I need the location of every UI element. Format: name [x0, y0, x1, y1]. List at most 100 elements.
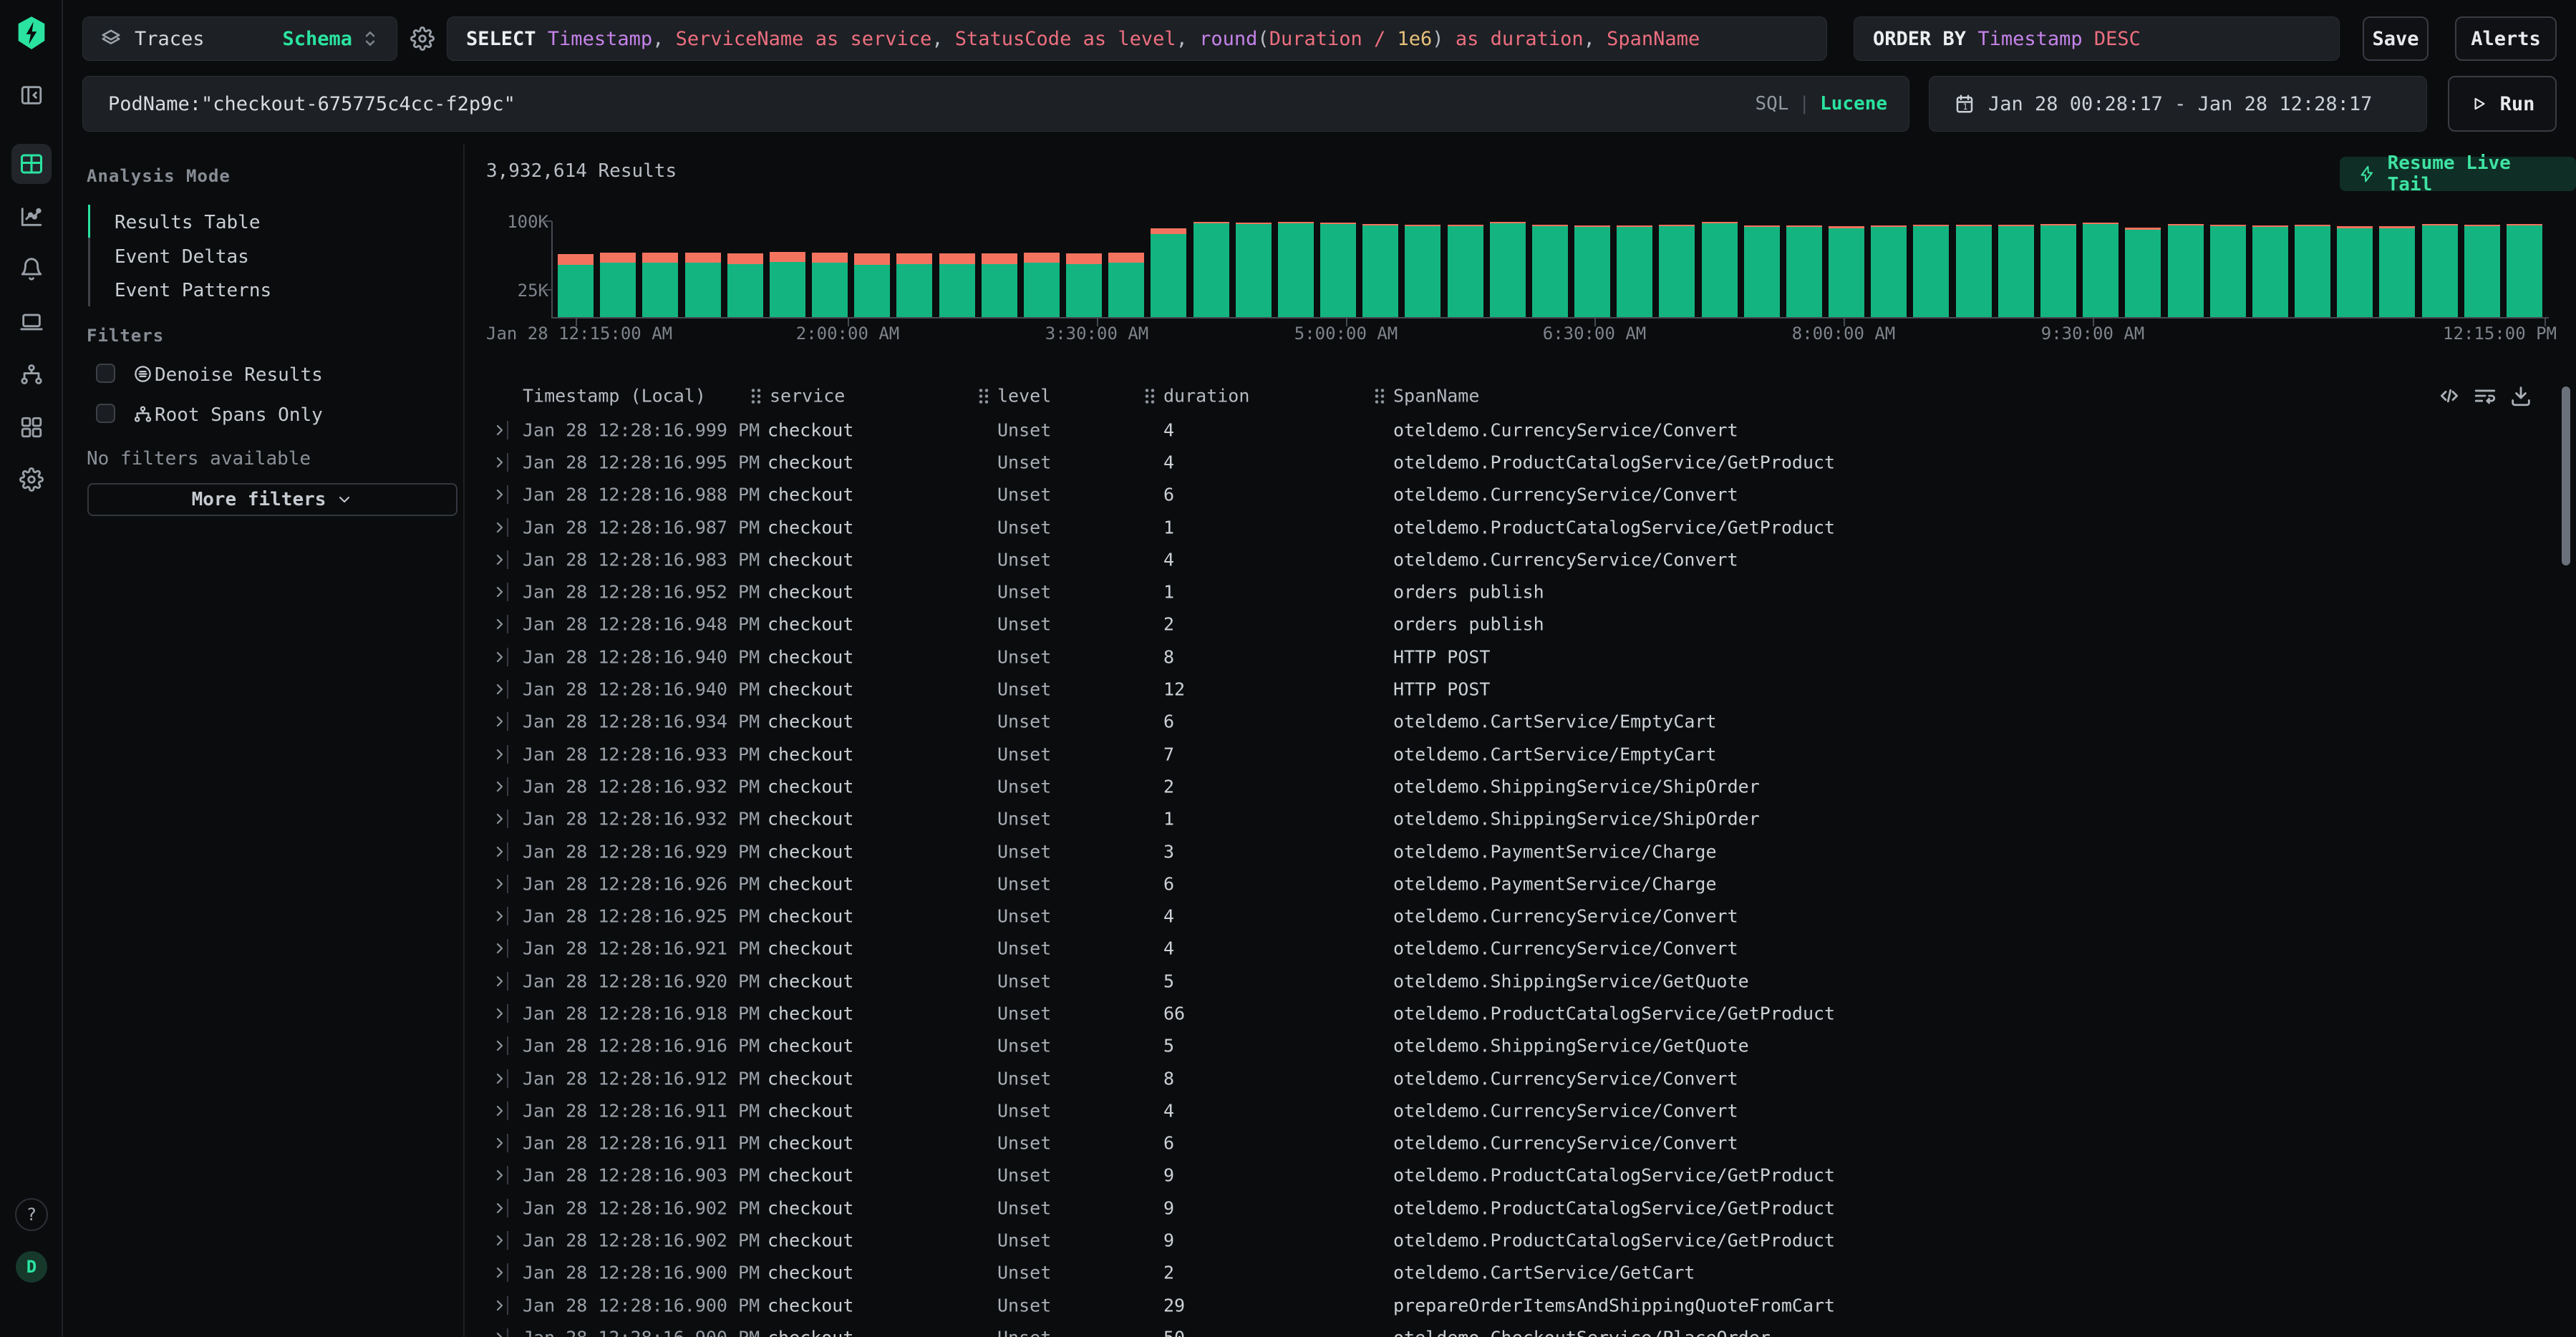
histogram-bar[interactable]: [1659, 225, 1695, 317]
histogram-bar[interactable]: [685, 253, 721, 317]
histogram-bar[interactable]: [1405, 225, 1440, 317]
resume-live-tail-button[interactable]: Resume Live Tail: [2340, 157, 2576, 191]
analysis-mode-results-table[interactable]: Results Table: [115, 212, 261, 233]
histogram-bar[interactable]: [2210, 225, 2246, 317]
histogram-bar[interactable]: [1151, 228, 1186, 317]
column-header-spanname[interactable]: SpanName: [1372, 386, 1479, 407]
select-query-input[interactable]: SELECT Timestamp, ServiceName as service…: [447, 16, 1827, 61]
table-row[interactable]: Jan 28 12:28:16.932 PMcheckoutUnset1otel…: [465, 803, 2563, 835]
histogram-bar[interactable]: [812, 253, 848, 317]
table-row[interactable]: Jan 28 12:28:16.929 PMcheckoutUnset3otel…: [465, 835, 2563, 867]
table-row[interactable]: Jan 28 12:28:16.925 PMcheckoutUnset4otel…: [465, 900, 2563, 932]
collapse-sidebar-icon[interactable]: [19, 83, 44, 107]
histogram-bar[interactable]: [1066, 253, 1102, 317]
table-row[interactable]: Jan 28 12:28:16.911 PMcheckoutUnset6otel…: [465, 1127, 2563, 1159]
histogram-bar[interactable]: [1193, 222, 1229, 317]
histogram-bar[interactable]: [1490, 222, 1526, 317]
table-row[interactable]: Jan 28 12:28:16.902 PMcheckoutUnset9otel…: [465, 1192, 2563, 1224]
histogram-bar[interactable]: [1024, 253, 1060, 317]
download-icon[interactable]: [2509, 384, 2533, 408]
user-avatar[interactable]: D: [16, 1251, 47, 1283]
order-by-input[interactable]: ORDER BY Timestamp DESC: [1854, 16, 2340, 61]
table-row[interactable]: Jan 28 12:28:16.902 PMcheckoutUnset9otel…: [465, 1224, 2563, 1256]
table-row[interactable]: Jan 28 12:28:16.900 PMcheckoutUnset29pre…: [465, 1289, 2563, 1321]
histogram-bar[interactable]: [1786, 225, 1822, 317]
table-row[interactable]: Jan 28 12:28:16.903 PMcheckoutUnset9otel…: [465, 1159, 2563, 1192]
analysis-mode-event-deltas[interactable]: Event Deltas: [115, 246, 249, 268]
help-icon[interactable]: ?: [15, 1198, 48, 1231]
histogram-bars[interactable]: [558, 200, 2549, 317]
denoise-results-checkbox[interactable]: [96, 364, 115, 383]
query-settings-gear-icon[interactable]: [410, 26, 435, 51]
client-sessions-icon[interactable]: [19, 310, 44, 334]
histogram-bar[interactable]: [2083, 223, 2119, 317]
histogram-bar[interactable]: [642, 253, 678, 317]
histogram-bar[interactable]: [600, 253, 636, 317]
table-row[interactable]: Jan 28 12:28:16.988 PMcheckoutUnset6otel…: [465, 479, 2563, 511]
language-toggle[interactable]: SQL | Lucene: [1755, 93, 1887, 115]
service-map-icon[interactable]: [19, 362, 44, 386]
wrap-lines-icon[interactable]: [2473, 384, 2497, 408]
table-row[interactable]: Jan 28 12:28:16.911 PMcheckoutUnset4otel…: [465, 1094, 2563, 1127]
denoise-results-label[interactable]: Denoise Results: [155, 364, 323, 386]
histogram-bar[interactable]: [1744, 225, 1780, 317]
histogram-bar[interactable]: [1956, 225, 1992, 317]
histogram-bar[interactable]: [1913, 225, 1949, 317]
histogram-bar[interactable]: [2125, 228, 2161, 317]
table-row[interactable]: Jan 28 12:28:16.940 PMcheckoutUnset12HTT…: [465, 673, 2563, 705]
histogram-bar[interactable]: [1108, 253, 1144, 317]
table-row[interactable]: Jan 28 12:28:16.995 PMcheckoutUnset4otel…: [465, 446, 2563, 478]
table-row[interactable]: Jan 28 12:28:16.933 PMcheckoutUnset7otel…: [465, 738, 2563, 770]
histogram-bar[interactable]: [939, 253, 975, 317]
search-results-icon[interactable]: [19, 151, 44, 177]
histogram-bar[interactable]: [558, 254, 594, 317]
table-row[interactable]: Jan 28 12:28:16.900 PMcheckoutUnset2otel…: [465, 1257, 2563, 1289]
run-button[interactable]: Run: [2448, 76, 2557, 132]
table-row[interactable]: Jan 28 12:28:16.921 PMcheckoutUnset4otel…: [465, 933, 2563, 965]
source-select[interactable]: Traces Schema: [82, 16, 397, 61]
histogram-bar[interactable]: [2040, 224, 2076, 317]
histogram-bar[interactable]: [896, 253, 932, 317]
histogram-bar[interactable]: [1702, 222, 1738, 317]
root-spans-checkbox[interactable]: [96, 404, 115, 423]
sql-toggle[interactable]: SQL: [1755, 93, 1788, 115]
histogram-bar[interactable]: [1829, 226, 1864, 317]
histogram-bar[interactable]: [854, 253, 890, 317]
table-row[interactable]: Jan 28 12:28:16.952 PMcheckoutUnset1orde…: [465, 575, 2563, 608]
table-row[interactable]: Jan 28 12:28:16.987 PMcheckoutUnset1otel…: [465, 511, 2563, 543]
root-spans-label[interactable]: Root Spans Only: [155, 404, 323, 426]
histogram-bar[interactable]: [770, 252, 805, 317]
table-row[interactable]: Jan 28 12:28:16.900 PMcheckoutUnset50ote…: [465, 1321, 2563, 1337]
search-input[interactable]: PodName:"checkout-675775c4cc-f2p9c" SQL …: [82, 76, 1909, 132]
column-header-level[interactable]: level: [976, 386, 1051, 407]
analysis-mode-event-patterns[interactable]: Event Patterns: [115, 280, 271, 301]
histogram-bar[interactable]: [2168, 224, 2204, 317]
table-row[interactable]: Jan 28 12:28:16.999 PMcheckoutUnset4otel…: [465, 414, 2563, 446]
save-button[interactable]: Save: [2363, 16, 2429, 61]
column-header-service[interactable]: service: [748, 386, 845, 407]
table-row[interactable]: Jan 28 12:28:16.940 PMcheckoutUnset8HTTP…: [465, 641, 2563, 673]
histogram-bar[interactable]: [1871, 225, 1907, 317]
histogram-bar[interactable]: [2464, 225, 2500, 317]
histogram-bar[interactable]: [2379, 226, 2415, 317]
alerts-button[interactable]: Alerts: [2455, 16, 2557, 61]
settings-gear-icon[interactable]: [19, 467, 44, 492]
histogram-bar[interactable]: [1448, 225, 1483, 317]
code-view-icon[interactable]: [2437, 384, 2461, 408]
histogram-bar[interactable]: [2252, 225, 2288, 317]
histogram-bar[interactable]: [1278, 222, 1314, 317]
histogram-bar[interactable]: [2295, 225, 2330, 317]
table-row[interactable]: Jan 28 12:28:16.920 PMcheckoutUnset5otel…: [465, 965, 2563, 997]
lucene-toggle[interactable]: Lucene: [1820, 93, 1887, 115]
histogram-bar[interactable]: [1532, 225, 1568, 317]
histogram-bar[interactable]: [1236, 223, 1272, 317]
histogram-bar[interactable]: [2507, 224, 2542, 317]
results-histogram[interactable]: 100K 25K Jan 28 12:15:00 AM2:00:00 AM3:3…: [486, 200, 2557, 351]
histogram-bar[interactable]: [727, 253, 763, 317]
more-filters-button[interactable]: More filters: [87, 483, 457, 516]
column-header-duration[interactable]: duration: [1142, 386, 1249, 407]
histogram-bar[interactable]: [1362, 224, 1398, 317]
table-row[interactable]: Jan 28 12:28:16.948 PMcheckoutUnset2orde…: [465, 608, 2563, 641]
alerts-bell-icon[interactable]: [19, 257, 44, 281]
histogram-bar[interactable]: [1617, 225, 1652, 317]
